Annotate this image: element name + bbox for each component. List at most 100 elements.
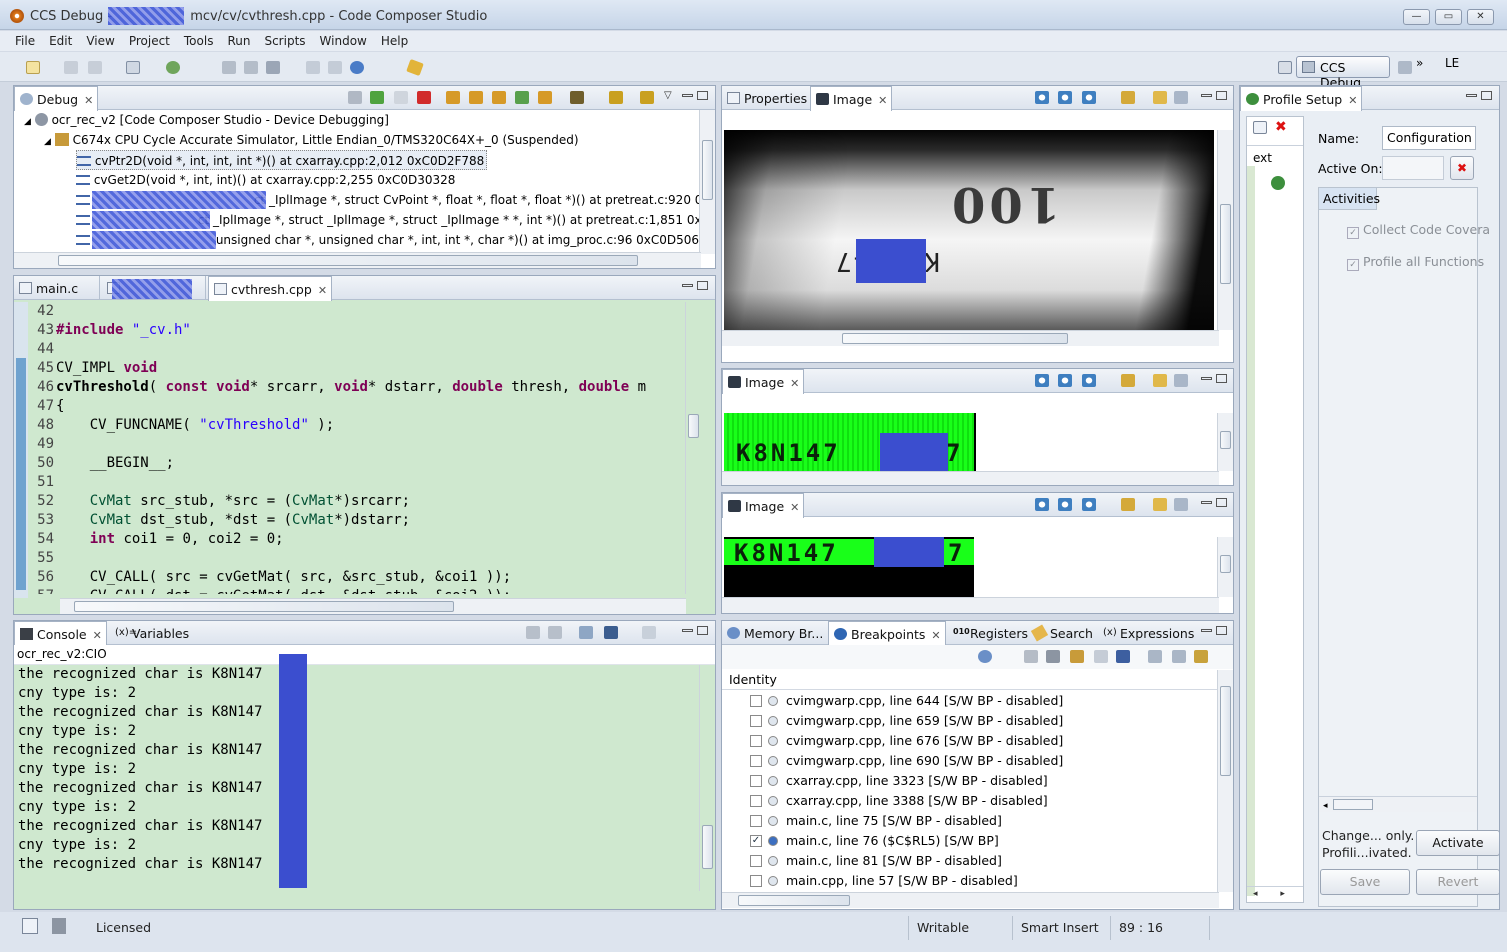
tab-debug[interactable]: Debug ✕ [14, 86, 99, 111]
close-tab-icon[interactable]: ✕ [84, 94, 93, 107]
code-line[interactable]: 48 CV_FUNCNAME( "cvThreshold" ); [14, 416, 334, 435]
remove-all-icon[interactable] [1046, 650, 1060, 663]
refresh-icon[interactable] [1121, 374, 1135, 387]
debug-vscroll[interactable] [699, 110, 715, 254]
display-console-icon[interactable] [604, 626, 618, 639]
code-line[interactable]: 56 CV_CALL( src = cvGetMat( src, &src_st… [14, 568, 511, 587]
breakpoint-row[interactable]: cxarray.cpp, line 3323 [S/W BP - disable… [722, 771, 1217, 791]
tab-image[interactable]: Image ✕ [722, 493, 805, 518]
min-max-icon[interactable] [678, 625, 708, 636]
zoom-in-icon[interactable] [1035, 374, 1049, 387]
link-icon[interactable] [1194, 650, 1208, 663]
tab-variables[interactable]: (x)= Variables [110, 621, 193, 645]
editor-hscroll[interactable] [60, 598, 686, 614]
zoom-in-icon[interactable] [1035, 498, 1049, 511]
tab-console[interactable]: Console ✕ [14, 621, 107, 646]
pin-console-icon[interactable] [579, 626, 593, 639]
step-return-icon[interactable] [492, 91, 506, 104]
option-collect-code-coverage[interactable]: ✓ Collect Code Covera [1347, 222, 1490, 239]
assembly-step-icon[interactable] [515, 91, 529, 104]
min-max-icon[interactable] [1197, 90, 1227, 101]
watch-icon[interactable] [328, 61, 342, 74]
tab-memory-browser[interactable]: Memory Br... [722, 621, 827, 645]
expand-all-icon[interactable] [1148, 650, 1162, 663]
zoom-fit-icon[interactable] [1082, 498, 1096, 511]
image-2-vscroll[interactable] [1217, 413, 1233, 471]
tab-breakpoints[interactable]: Breakpoints ✕ [828, 621, 946, 646]
maximize-button[interactable]: ▭ [1435, 9, 1462, 25]
zoom-fit-icon[interactable] [1082, 91, 1096, 104]
code-area[interactable]: 42 43 #include "_cv.h" 44 45 CV_IMPL void 46 cv… [14, 302, 686, 594]
tab-registers[interactable]: 010 Registers [948, 621, 1032, 645]
image-2-hscroll[interactable] [722, 471, 1219, 485]
delete-config-icon[interactable]: ✖ [1275, 119, 1287, 135]
code-line[interactable]: 45 CV_IMPL void [14, 359, 157, 378]
console-vscroll[interactable] [699, 665, 715, 891]
tab-properties[interactable]: Properties [722, 86, 811, 110]
breakpoint-row[interactable]: cxarray.cpp, line 3388 [S/W BP - disable… [722, 791, 1217, 811]
tab-search[interactable]: Search [1028, 621, 1097, 645]
breakpoint-checkbox[interactable] [750, 815, 762, 827]
breakpoint-row[interactable]: ✓ main.c, line 76 ($C$RL5) [S/W BP] [722, 831, 1217, 851]
tab-main-c[interactable]: main.c [14, 276, 100, 300]
code-line[interactable]: 44 [14, 340, 56, 359]
tab-cvthresh-cpp[interactable]: cvthresh.cpp ✕ [208, 276, 333, 301]
menu-scripts[interactable]: Scripts [257, 32, 312, 51]
code-line[interactable]: 55 [14, 549, 56, 568]
stack-frame-row[interactable]: cvGet2D(void *, int, int)() at cxarray.c… [76, 170, 455, 190]
perspective-extra[interactable]: LE [1445, 56, 1459, 70]
breakpoint-row[interactable]: cvimgwarp.cpp, line 659 [S/W BP - disabl… [722, 711, 1217, 731]
tab-profile-setup[interactable]: Profile Setup ✕ [1240, 86, 1363, 111]
menu-file[interactable]: File [8, 32, 42, 51]
clear-console-icon[interactable] [526, 626, 540, 639]
code-line[interactable]: 43 #include "_cv.h" [14, 321, 191, 340]
menu-view[interactable]: View [79, 32, 121, 51]
code-line[interactable]: 57 CV_CALL( dst = cvGetMat( dst, &dst_st… [14, 587, 511, 594]
tab-image[interactable]: Image ✕ [810, 86, 893, 111]
pin-icon[interactable] [1174, 498, 1188, 511]
close-tab-icon[interactable]: ✕ [931, 629, 940, 642]
step-into-icon[interactable] [446, 91, 460, 104]
min-max-icon[interactable] [1197, 497, 1227, 508]
refresh-icon[interactable] [1121, 498, 1135, 511]
breakpoint-checkbox[interactable] [750, 875, 762, 887]
new-breakpoint-icon[interactable] [978, 650, 992, 663]
image-3-vscroll[interactable] [1217, 537, 1233, 597]
code-line[interactable]: 51 [14, 473, 56, 492]
more-perspectives[interactable]: » [1416, 56, 1423, 70]
code-line[interactable]: 42 [14, 302, 56, 321]
min-max-icon[interactable] [1197, 625, 1227, 636]
disable-icon[interactable] [1094, 650, 1108, 663]
activate-button[interactable]: Activate [1416, 830, 1499, 856]
breakpoint-checkbox[interactable] [750, 735, 762, 747]
step-over-icon[interactable] [469, 91, 483, 104]
restart-icon[interactable] [609, 91, 623, 104]
min-max-icon[interactable] [678, 90, 708, 101]
editor-vscroll[interactable] [685, 302, 701, 594]
min-max-icon[interactable] [1462, 90, 1492, 101]
close-tab-icon[interactable]: ✕ [318, 284, 327, 297]
breakpoints-hscroll[interactable] [722, 892, 1219, 908]
fast-view-icon[interactable] [22, 918, 38, 934]
breakpoint-row[interactable]: main.cpp, line 57 [S/W BP - disabled] [722, 871, 1217, 891]
breakpoint-checkbox[interactable] [750, 695, 762, 707]
skip-all-icon[interactable] [1116, 650, 1130, 663]
breakpoint-checkbox[interactable] [750, 715, 762, 727]
save-button[interactable]: Save [1320, 869, 1410, 895]
open-console-icon[interactable] [642, 626, 656, 639]
close-tab-icon[interactable]: ✕ [790, 377, 799, 390]
menu-tools[interactable]: Tools [177, 32, 221, 51]
menu-edit[interactable]: Edit [42, 32, 79, 51]
zoom-out-icon[interactable] [1058, 498, 1072, 511]
debug-icon[interactable] [166, 61, 180, 74]
terminate-icon[interactable] [417, 91, 431, 104]
save-all-icon[interactable] [88, 61, 102, 74]
code-line[interactable]: 50 __BEGIN__; [14, 454, 174, 473]
code-line[interactable]: 52 CvMat src_stub, *src = (CvMat*)srcarr… [14, 492, 410, 511]
debug-hscroll[interactable] [14, 252, 701, 268]
breakpoint-icon[interactable] [306, 61, 320, 74]
stack-frame-row[interactable]: cvPtr2D(void *, int, int, int *)() at cx… [76, 150, 488, 170]
minimize-button[interactable]: — [1403, 9, 1430, 25]
run-to-line-icon[interactable] [538, 91, 552, 104]
code-line[interactable]: 54 int coi1 = 0, coi2 = 0; [14, 530, 283, 549]
